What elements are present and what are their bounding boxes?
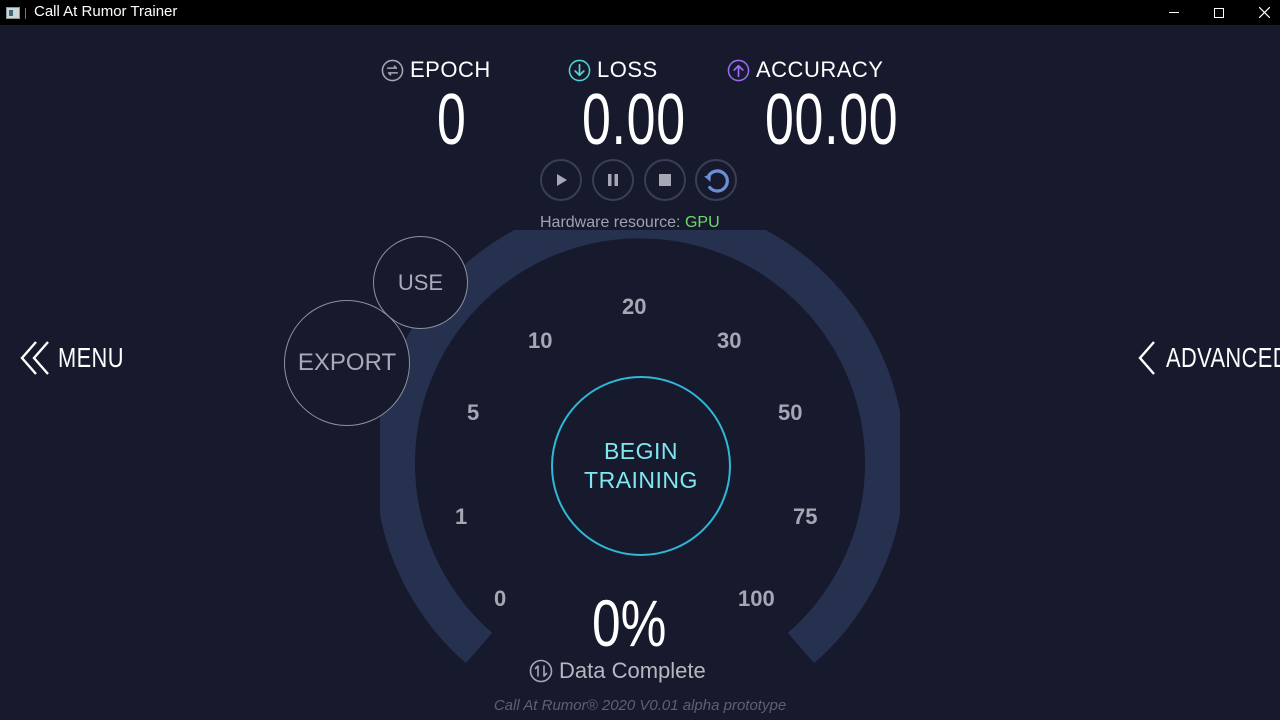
epoch-value: 0 (437, 80, 467, 160)
window-title: Call At Rumor Trainer (34, 3, 178, 20)
gauge-tick-50: 50 (778, 400, 803, 425)
use-button[interactable]: USE (373, 236, 468, 329)
advanced-label: ADVANCED (1166, 342, 1280, 373)
menu-label: MENU (58, 342, 124, 373)
pause-icon (608, 174, 618, 186)
maximize-icon (1214, 7, 1224, 18)
gauge-tick-0: 0 (494, 586, 507, 611)
minimize-button[interactable] (1151, 0, 1197, 25)
begin-training-line2: TRAINING (584, 467, 698, 493)
footer-version: Call At Rumor® 2020 V0.01 alpha prototyp… (493, 697, 787, 714)
reset-icon (704, 169, 729, 193)
pause-button[interactable] (592, 159, 634, 201)
reset-button[interactable] (695, 159, 737, 201)
app-icon (6, 7, 20, 19)
arrow-up-circle-icon (727, 59, 750, 81)
chevron-left-icon (1138, 341, 1155, 375)
maximize-button[interactable] (1196, 0, 1242, 25)
gauge-tick-5: 5 (467, 400, 480, 425)
accuracy-value: 00.00 (765, 80, 899, 160)
data-transfer-icon (529, 659, 553, 683)
play-icon (557, 174, 567, 186)
gauge-tick-30: 30 (717, 328, 742, 353)
close-icon (1258, 7, 1270, 18)
completion-percent: 0% (592, 586, 667, 660)
gauge-tick-20: 20 (622, 294, 647, 319)
epoch-label-group: EPOCH (381, 57, 491, 83)
begin-training-line1: BEGIN (603, 438, 679, 464)
gauge-tick-10: 10 (528, 328, 553, 353)
title-separator (25, 8, 26, 19)
stop-button[interactable] (644, 159, 686, 201)
minimize-icon (1169, 12, 1179, 13)
close-button[interactable] (1241, 0, 1280, 25)
epoch-icon (381, 59, 404, 81)
loss-value: 0.00 (582, 80, 686, 160)
double-chevron-left-icon (20, 341, 49, 375)
begin-training-button[interactable]: BEGIN TRAINING (551, 376, 731, 556)
gauge-tick-1: 1 (455, 504, 468, 529)
hardware-value: GPU (684, 214, 720, 231)
gauge-tick-75: 75 (793, 504, 818, 529)
data-complete-label: Data Complete (559, 658, 706, 683)
menu-nav-button[interactable]: MENU (18, 340, 142, 376)
play-button[interactable] (540, 159, 582, 201)
data-complete-label-group: Data Complete (529, 658, 706, 684)
advanced-nav-button[interactable]: ADVANCED (1136, 340, 1280, 376)
title-bar: Call At Rumor Trainer (0, 0, 1280, 25)
arrow-down-circle-icon (568, 59, 591, 81)
hardware-label: Hardware resource: (540, 214, 681, 231)
stop-icon (659, 174, 671, 186)
gauge-tick-100: 100 (738, 586, 775, 611)
